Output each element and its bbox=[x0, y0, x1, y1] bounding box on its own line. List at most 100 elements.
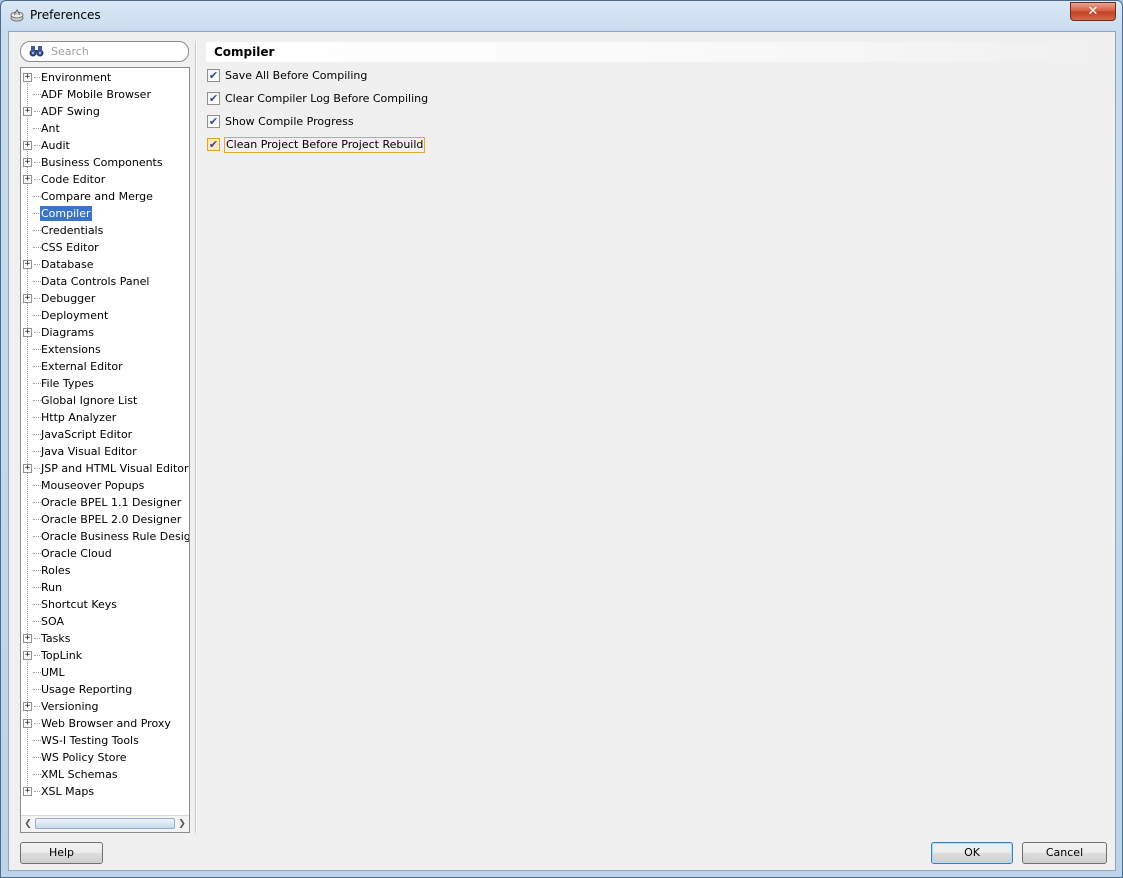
tree-item[interactable]: Oracle Cloud bbox=[21, 545, 189, 562]
tree-item-label[interactable]: ADF Swing bbox=[40, 104, 101, 119]
tree-item[interactable]: + Web Browser and Proxy bbox=[21, 715, 189, 732]
tree-item-label[interactable]: Extensions bbox=[40, 342, 102, 357]
expand-icon[interactable]: + bbox=[23, 175, 32, 184]
tree-item-label[interactable]: Code Editor bbox=[40, 172, 106, 187]
tree-item[interactable]: JavaScript Editor bbox=[21, 426, 189, 443]
show-progress-checkbox[interactable]: ✔ bbox=[207, 115, 220, 128]
tree-item-label[interactable]: External Editor bbox=[40, 359, 124, 374]
tree-item[interactable]: + Environment bbox=[21, 69, 189, 86]
tree-item-label[interactable]: WS Policy Store bbox=[40, 750, 128, 765]
tree-item[interactable]: Http Analyzer bbox=[21, 409, 189, 426]
tree-item-label[interactable]: XML Schemas bbox=[40, 767, 119, 782]
clear-log-checkbox[interactable]: ✔ bbox=[207, 92, 220, 105]
tree-item[interactable]: CSS Editor bbox=[21, 239, 189, 256]
tree-item[interactable]: + XSL Maps bbox=[21, 783, 189, 800]
preferences-tree[interactable]: + Environment ADF Mobile Browser + ADF Swing… bbox=[20, 67, 190, 833]
expand-icon[interactable]: + bbox=[23, 107, 32, 116]
tree-item-label[interactable]: Ant bbox=[40, 121, 61, 136]
tree-item[interactable]: Ant bbox=[21, 120, 189, 137]
tree-item[interactable]: + TopLink bbox=[21, 647, 189, 664]
show-progress-label[interactable]: Show Compile Progress bbox=[224, 114, 355, 130]
save-all-checkbox[interactable]: ✔ bbox=[207, 69, 220, 82]
ok-button[interactable]: OK bbox=[931, 842, 1013, 864]
tree-item-label[interactable]: Data Controls Panel bbox=[40, 274, 150, 289]
expand-icon[interactable]: + bbox=[23, 634, 32, 643]
expand-icon[interactable]: + bbox=[23, 787, 32, 796]
tree-item-label[interactable]: Oracle Cloud bbox=[40, 546, 113, 561]
tree-item-label[interactable]: Credentials bbox=[40, 223, 104, 238]
tree-item-label[interactable]: SOA bbox=[40, 614, 65, 629]
expand-icon[interactable]: + bbox=[23, 158, 32, 167]
cancel-button[interactable]: Cancel bbox=[1022, 842, 1107, 864]
title-bar[interactable]: Preferences ✕ bbox=[1, 1, 1122, 31]
tree-item[interactable]: Oracle BPEL 1.1 Designer bbox=[21, 494, 189, 511]
tree-item[interactable]: Mouseover Popups bbox=[21, 477, 189, 494]
tree-item-label[interactable]: Run bbox=[40, 580, 63, 595]
binoculars-icon[interactable] bbox=[29, 45, 44, 58]
tree-item[interactable]: ADF Mobile Browser bbox=[21, 86, 189, 103]
tree-item-label[interactable]: Versioning bbox=[40, 699, 99, 714]
tree-item-label[interactable]: Database bbox=[40, 257, 95, 272]
tree-item-label[interactable]: Compare and Merge bbox=[40, 189, 154, 204]
tree-item-label[interactable]: Deployment bbox=[40, 308, 109, 323]
expand-icon[interactable]: + bbox=[23, 328, 32, 337]
expand-icon[interactable]: + bbox=[23, 73, 32, 82]
tree-item-label[interactable]: Shortcut Keys bbox=[40, 597, 118, 612]
tree-item[interactable]: Data Controls Panel bbox=[21, 273, 189, 290]
tree-item-label[interactable]: Global Ignore List bbox=[40, 393, 138, 408]
tree-item[interactable]: Run bbox=[21, 579, 189, 596]
tree-item-label[interactable]: WS-I Testing Tools bbox=[40, 733, 140, 748]
tree-item[interactable]: SOA bbox=[21, 613, 189, 630]
tree-item[interactable]: + Database bbox=[21, 256, 189, 273]
close-button[interactable]: ✕ bbox=[1070, 2, 1116, 21]
tree-item-label[interactable]: Roles bbox=[40, 563, 71, 578]
tree-item-label[interactable]: Debugger bbox=[40, 291, 96, 306]
tree-item[interactable]: Compiler bbox=[21, 205, 189, 222]
tree-item[interactable]: Java Visual Editor bbox=[21, 443, 189, 460]
tree-item[interactable]: + Audit bbox=[21, 137, 189, 154]
tree-item-label[interactable]: Mouseover Popups bbox=[40, 478, 145, 493]
horizontal-scrollbar[interactable]: ❮ ❯ bbox=[21, 815, 189, 832]
panel-splitter[interactable] bbox=[195, 41, 197, 833]
tree-item[interactable]: Global Ignore List bbox=[21, 392, 189, 409]
tree-item-label[interactable]: Tasks bbox=[40, 631, 71, 646]
scroll-left-icon[interactable]: ❮ bbox=[22, 818, 34, 830]
scrollbar-thumb[interactable] bbox=[35, 818, 175, 829]
clear-log-label[interactable]: Clear Compiler Log Before Compiling bbox=[224, 91, 429, 107]
tree-item[interactable]: Oracle Business Rule Designer bbox=[21, 528, 189, 545]
tree-item-label[interactable]: Audit bbox=[40, 138, 71, 153]
tree-item-label[interactable]: JSP and HTML Visual Editor bbox=[40, 461, 189, 476]
expand-icon[interactable]: + bbox=[23, 260, 32, 269]
tree-item[interactable]: External Editor bbox=[21, 358, 189, 375]
tree-item[interactable]: + Tasks bbox=[21, 630, 189, 647]
tree-item-label[interactable]: TopLink bbox=[40, 648, 83, 663]
tree-item[interactable]: + Versioning bbox=[21, 698, 189, 715]
tree-item-label[interactable]: Oracle BPEL 2.0 Designer bbox=[40, 512, 182, 527]
tree-item[interactable]: Compare and Merge bbox=[21, 188, 189, 205]
tree-item[interactable]: WS-I Testing Tools bbox=[21, 732, 189, 749]
tree-item[interactable]: + Code Editor bbox=[21, 171, 189, 188]
tree-item-label[interactable]: Web Browser and Proxy bbox=[40, 716, 172, 731]
tree-item-label[interactable]: Environment bbox=[40, 70, 112, 85]
tree-item-label[interactable]: Http Analyzer bbox=[40, 410, 117, 425]
tree-item[interactable]: Roles bbox=[21, 562, 189, 579]
tree-item[interactable]: Deployment bbox=[21, 307, 189, 324]
search-box[interactable] bbox=[20, 41, 189, 62]
expand-icon[interactable]: + bbox=[23, 294, 32, 303]
expand-icon[interactable]: + bbox=[23, 719, 32, 728]
search-input[interactable] bbox=[51, 43, 181, 60]
tree-item[interactable]: + JSP and HTML Visual Editor bbox=[21, 460, 189, 477]
tree-item-label[interactable]: JavaScript Editor bbox=[40, 427, 133, 442]
expand-icon[interactable]: + bbox=[23, 141, 32, 150]
tree-item-label[interactable]: Java Visual Editor bbox=[40, 444, 138, 459]
scroll-right-icon[interactable]: ❯ bbox=[176, 818, 188, 830]
clean-project-label[interactable]: Clean Project Before Project Rebuild bbox=[224, 137, 426, 153]
save-all-label[interactable]: Save All Before Compiling bbox=[224, 68, 368, 84]
tree-item-label[interactable]: ADF Mobile Browser bbox=[40, 87, 152, 102]
tree-item[interactable]: + Business Components bbox=[21, 154, 189, 171]
expand-icon[interactable]: + bbox=[23, 651, 32, 660]
tree-item-label[interactable]: XSL Maps bbox=[40, 784, 95, 799]
tree-item[interactable]: Oracle BPEL 2.0 Designer bbox=[21, 511, 189, 528]
tree-item-label[interactable]: Diagrams bbox=[40, 325, 95, 340]
tree-item-label[interactable]: File Types bbox=[40, 376, 95, 391]
